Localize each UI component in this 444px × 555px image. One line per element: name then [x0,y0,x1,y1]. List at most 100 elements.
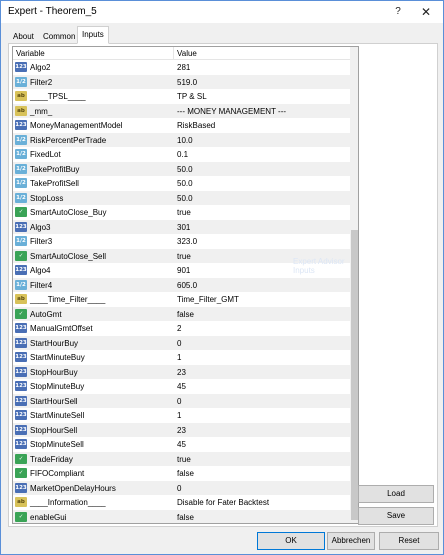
table-row[interactable]: 1/2 RiskPercentPerTrade 10.0 [13,132,350,147]
value-cell[interactable]: false [177,469,194,478]
bool-type-icon: ✓ [15,207,27,217]
value-cell[interactable]: --- MONEY MANAGEMENT --- [177,107,286,116]
int-type-icon: 123 [15,265,27,275]
table-row[interactable]: 123 StopHourBuy 23 [13,364,350,379]
table-row[interactable]: 123 StartMinuteSell 1 [13,408,350,423]
int-type-icon: 123 [15,439,27,449]
table-row[interactable]: 123 Algo2 281 [13,60,350,75]
table-row[interactable]: 1/2 TakeProfitBuy 50.0 [13,161,350,176]
value-cell[interactable]: 1 [177,353,181,362]
value-cell[interactable]: 23 [177,426,186,435]
value-cell[interactable]: 2 [177,324,181,333]
inputs-table: Variable Value 123 Algo2 281 1/2 Filter2 519.… [12,46,359,524]
value-cell[interactable]: RiskBased [177,121,215,130]
save-button[interactable]: Save [358,507,434,525]
value-cell[interactable]: TP & SL [177,92,207,101]
value-cell[interactable]: true [177,455,191,464]
value-cell[interactable]: 323.0 [177,237,197,246]
variable-cell: ab ____TPSL____ [13,89,173,104]
window-title: Expert - Theorem_5 [8,6,97,17]
variable-name: Filter3 [30,237,53,246]
table-row[interactable]: ✓ AutoGmt false [13,306,350,321]
int-type-icon: 123 [15,381,27,391]
value-cell[interactable]: false [177,513,194,522]
value-cell[interactable]: 0.1 [177,150,188,159]
value-cell[interactable]: Time_Filter_GMT [177,295,239,304]
variable-name: Algo2 [30,63,51,72]
tab-bar: About Common Inputs [8,26,438,44]
value-cell[interactable]: false [177,310,194,319]
table-row[interactable]: 1/2 FixedLot 0.1 [13,147,350,162]
ok-button[interactable]: OK [257,532,325,550]
table-row[interactable]: 123 StartMinuteBuy 1 [13,350,350,365]
table-row[interactable]: 123 ManualGmtOffset 2 [13,321,350,336]
variable-name: Algo3 [30,222,51,232]
value-cell[interactable]: 0 [177,484,181,493]
table-row[interactable]: 1/2 Filter3 323.0 [13,234,350,249]
value-cell[interactable]: 1 [177,411,181,420]
variable-name: ____TPSL____ [30,92,86,101]
tab-about[interactable]: About [8,29,39,44]
bool-type-icon: ✓ [15,453,27,464]
tab-inputs[interactable]: Inputs [77,26,109,44]
table-row[interactable]: 1/2 Filter2 519.0 [13,74,350,89]
close-icon[interactable]: ✕ [415,3,437,21]
table-row[interactable]: 123 MarketOpenDelayHours 0 [13,480,350,496]
variable-name: StartMinuteSell [30,411,85,420]
tab-common[interactable]: Common [38,29,80,44]
value-cell[interactable]: 23 [177,368,186,377]
value-cell[interactable]: Disable for Fater Backtest [177,498,269,507]
table-row[interactable]: 123 StopMinuteBuy 45 [13,379,350,394]
column-divider[interactable] [173,47,174,60]
column-header-value[interactable]: Value [177,49,197,58]
load-button[interactable]: Load [358,485,434,503]
variable-name: Filter2 [30,77,53,87]
table-row[interactable]: 123 StartHourSell 0 [13,393,350,408]
table-row[interactable]: ✓ SmartAutoClose_Buy true [13,205,350,220]
table-row[interactable]: 1/2 TakeProfitSell 50.0 [13,176,350,191]
value-cell[interactable]: true [177,208,191,217]
bool-type-icon: ✓ [15,468,27,478]
int-type-icon: 123 [15,221,27,232]
table-row[interactable]: 1/2 StopLoss 50.0 [13,190,350,205]
value-cell[interactable]: true [177,252,191,261]
table-row[interactable]: 123 StopHourSell 23 [13,422,350,437]
table-row[interactable]: ✓ FIFOCompliant false [13,466,350,481]
table-row[interactable]: ab ____Information____ Disable for Fater B… [13,495,350,510]
value-cell[interactable]: 519.0 [177,78,197,87]
table-row[interactable]: ✓ enableGui false [13,509,350,523]
table-row[interactable]: ab ____Time_Filter____ Time_Filter_GMT [13,292,350,307]
table-row[interactable]: ab _mm_ --- MONEY MANAGEMENT --- [13,103,350,118]
cancel-button[interactable]: Abbrechen [327,532,375,550]
reset-button[interactable]: Reset [379,532,439,550]
value-cell[interactable]: 50.0 [177,179,193,188]
variable-cell: 123 MoneyManagementModel [13,118,173,133]
table-row[interactable]: ab ____TPSL____ TP & SL [13,89,350,104]
variable-cell: 123 Algo3 [13,220,173,235]
value-cell[interactable]: 45 [177,440,186,449]
variable-name: enableGui [30,512,67,522]
variable-name: StartHourBuy [30,338,79,348]
value-cell[interactable]: 605.0 [177,281,197,290]
table-row[interactable]: 123 StartHourBuy 0 [13,335,350,350]
value-cell[interactable]: 901 [177,266,190,275]
table-row[interactable]: 123 StopMinuteSell 45 [13,437,350,452]
dbl-type-icon: 1/2 [15,163,27,174]
value-cell[interactable]: 301 [177,223,190,232]
value-cell[interactable]: 10.0 [177,136,193,145]
value-cell[interactable]: 0 [177,397,181,406]
table-row[interactable]: 1/2 Filter4 605.0 [13,277,350,292]
table-row[interactable]: 123 Algo3 301 [13,219,350,235]
table-row[interactable]: 123 MoneyManagementModel RiskBased [13,118,350,133]
value-cell[interactable]: 50.0 [177,165,193,174]
column-header-variable[interactable]: Variable [16,49,45,58]
table-row[interactable]: ✓ TradeFriday true [13,451,350,466]
help-icon[interactable]: ? [387,3,409,21]
value-cell[interactable]: 281 [177,63,190,72]
value-cell[interactable]: 0 [177,339,181,348]
vertical-scrollbar[interactable] [350,47,358,523]
variable-cell: 123 ManualGmtOffset [13,321,173,336]
value-cell[interactable]: 45 [177,382,186,391]
value-cell[interactable]: 50.0 [177,194,193,203]
variable-cell: 123 MarketOpenDelayHours [13,481,173,496]
